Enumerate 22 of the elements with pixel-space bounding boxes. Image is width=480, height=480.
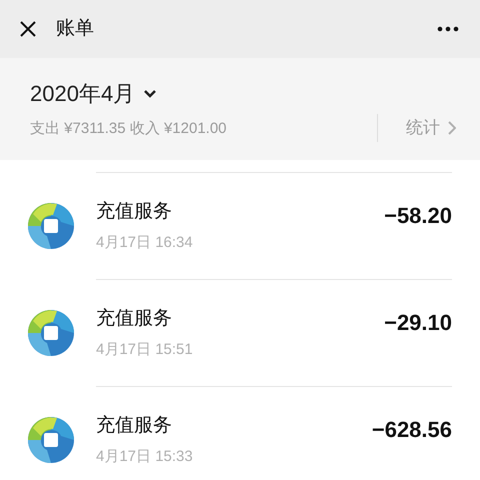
chevron-right-icon [448, 121, 456, 135]
bill-row[interactable]: 充值服务 4月17日 15:51 −29.10 [0, 279, 480, 386]
bill-amount: −628.56 [372, 416, 452, 444]
bill-amount: −29.10 [384, 309, 452, 337]
bill-row[interactable]: 充值服务 4月17日 15:33 −628.56 [0, 386, 480, 480]
caret-icon [143, 88, 158, 99]
bill-row[interactable]: 充值服务 4月17日 16:34 −58.20 [0, 172, 480, 279]
service-logo-icon [27, 308, 75, 356]
page-title: 账单 [56, 16, 94, 41]
more-icon [437, 26, 459, 32]
close-icon [19, 20, 37, 38]
service-logo-icon [27, 202, 75, 250]
month-picker[interactable]: 2020年4月 [30, 77, 158, 110]
bill-time: 4月17日 15:51 [96, 340, 194, 360]
bill-name: 充值服务 [96, 414, 173, 438]
bill-time: 4月17日 15:33 [96, 447, 194, 467]
totals-text: 支出 ¥7311.35 收入 ¥1201.00 [30, 119, 228, 140]
bill-name: 充值服务 [96, 306, 173, 330]
bill-name: 充值服务 [96, 200, 173, 224]
service-logo-icon [27, 416, 75, 464]
bill-time: 4月17日 16:34 [96, 233, 194, 253]
bill-amount: −58.20 [384, 202, 452, 230]
